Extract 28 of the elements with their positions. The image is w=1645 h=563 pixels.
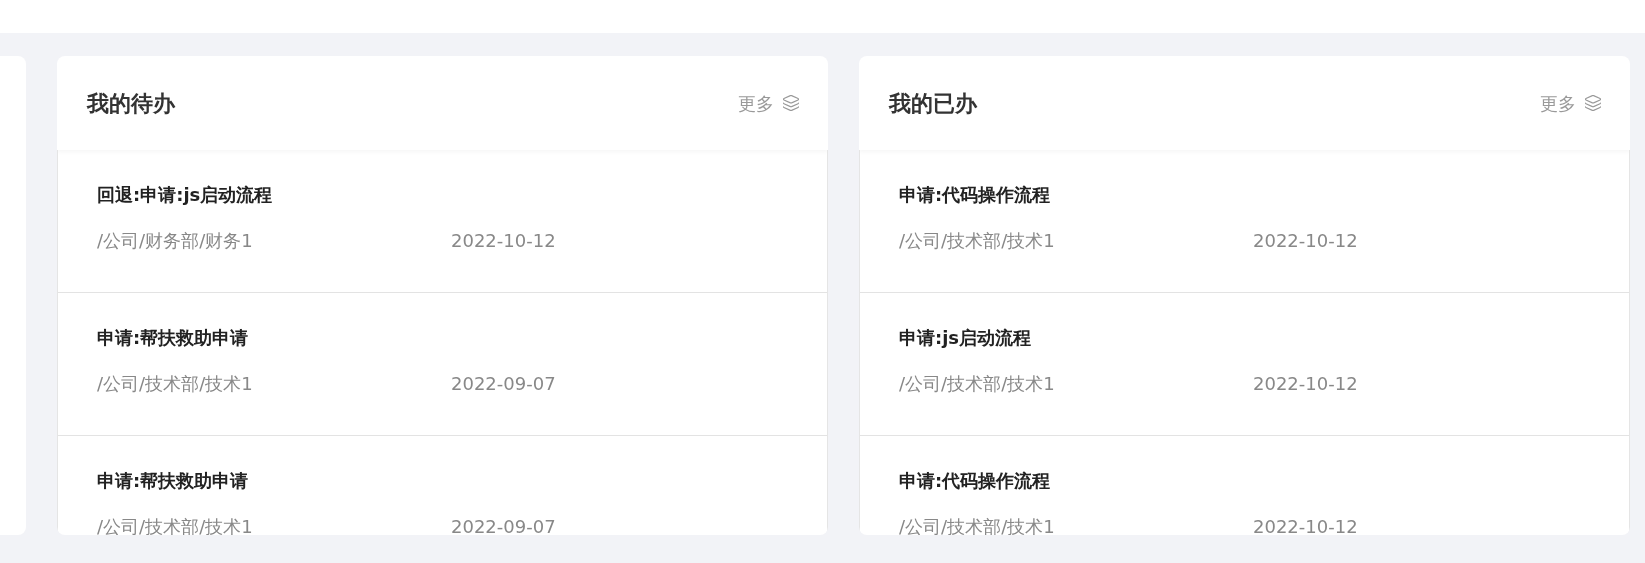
task-item[interactable]: 申请:帮扶救助申请 /公司/技术部/技术1 2022-09-07 (58, 436, 827, 535)
department-path: /公司/技术部/技术1 (899, 515, 1056, 535)
task-title: 申请:帮扶救助申请 (97, 469, 250, 493)
task-date: 2022-09-07 (451, 372, 556, 396)
task-title: 申请:代码操作流程 (899, 183, 1052, 207)
task-date: 2022-10-12 (1253, 229, 1358, 253)
layers-icon (782, 94, 800, 112)
panel-title: 我的已办 (889, 89, 977, 118)
department-path: /公司/技术部/技术1 (899, 372, 1056, 396)
department-path: /公司/技术部/技术1 (97, 515, 254, 535)
task-item[interactable]: 申请:帮扶救助申请 /公司/技术部/技术1 2022-09-07 (58, 293, 827, 436)
layers-icon (1584, 94, 1602, 112)
task-date: 2022-09-07 (451, 515, 556, 535)
task-title: 申请:js启动流程 (899, 326, 1033, 350)
task-item[interactable]: 申请:js启动流程 /公司/技术部/技术1 2022-10-12 (860, 293, 1629, 436)
department-path: /公司/技术部/技术1 (899, 229, 1056, 253)
panel-title: 我的待办 (87, 89, 175, 118)
task-date: 2022-10-12 (1253, 515, 1358, 535)
department-path: /公司/财务部/财务1 (97, 229, 254, 253)
task-item[interactable]: 申请:代码操作流程 /公司/技术部/技术1 2022-10-12 (860, 436, 1629, 535)
task-date: 2022-10-12 (1253, 372, 1358, 396)
task-title: 申请:帮扶救助申请 (97, 326, 250, 350)
task-item[interactable]: 回退:申请:js启动流程 /公司/财务部/财务1 2022-10-12 (58, 150, 827, 293)
task-date: 2022-10-12 (451, 229, 556, 253)
task-title: 申请:代码操作流程 (899, 469, 1052, 493)
department-path: /公司/技术部/技术1 (97, 372, 254, 396)
task-item[interactable]: 申请:代码操作流程 /公司/技术部/技术1 2022-10-12 (860, 150, 1629, 293)
task-title: 回退:申请:js启动流程 (97, 183, 274, 207)
